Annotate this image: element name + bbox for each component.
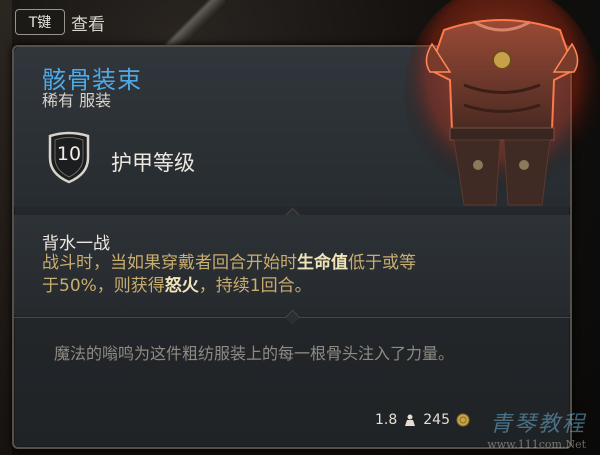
keyword-hit-points: 生命值 bbox=[297, 253, 348, 273]
hotkey-badge[interactable]: T键 bbox=[15, 9, 65, 35]
effect-description: 战斗时，当如果穿戴者回合开始时生命值低于或等 于50%，则获得怒火，持续1回合。 bbox=[42, 252, 542, 298]
effect-title: 背水一战 bbox=[42, 234, 110, 254]
coin-icon bbox=[456, 413, 470, 427]
inspect-label: 查看 bbox=[71, 14, 105, 35]
effect-text-part: 战斗时，当如果穿戴者回合开始时 bbox=[42, 253, 297, 273]
watermark-logo: 青琴教程 bbox=[489, 412, 586, 437]
armor-class-label: 护甲等级 bbox=[111, 151, 195, 175]
keyword-rage: 怒火 bbox=[164, 276, 199, 296]
watermark: 青琴教程 www.111com.Net bbox=[487, 406, 586, 451]
armor-class-value: 10 bbox=[56, 143, 82, 165]
background-weapon bbox=[165, 0, 225, 46]
effect-text-part: 低于或等 bbox=[348, 253, 416, 273]
bone-garb-armor-image bbox=[404, 0, 600, 206]
effect-text-part: ，持续1回合。 bbox=[198, 276, 312, 296]
effect-text-part: 于50%，则获得 bbox=[42, 276, 165, 296]
watermark-url: www.111com.Net bbox=[487, 438, 586, 451]
price-value: 245 bbox=[423, 412, 450, 428]
item-rarity-type: 稀有 服装 bbox=[42, 91, 112, 110]
weight-value: 1.8 bbox=[375, 412, 398, 428]
inspect-hint[interactable]: T键 查看 bbox=[15, 6, 105, 38]
background-edge bbox=[0, 0, 12, 455]
weight-icon bbox=[405, 414, 416, 426]
item-footer: 1.8 245 bbox=[375, 412, 470, 428]
flavor-text: 魔法的嗡鸣为这件粗纺服装上的每一根骨头注入了力量。 bbox=[54, 344, 455, 363]
